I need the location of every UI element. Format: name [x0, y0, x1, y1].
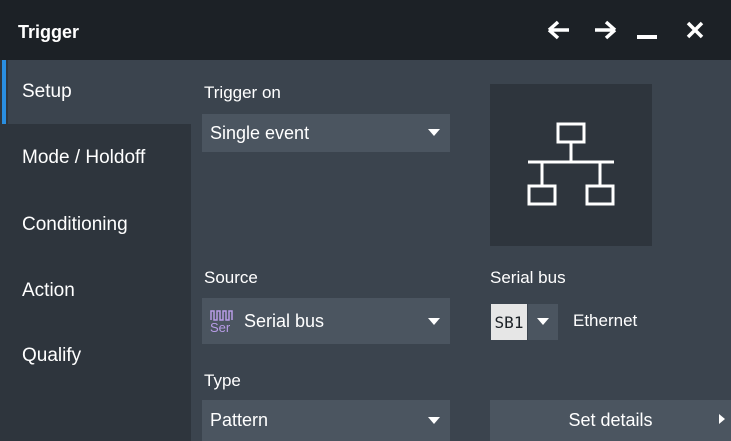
sidebar-item-label: Qualify	[22, 345, 82, 366]
trigger-on-label: Trigger on	[204, 83, 281, 102]
type-dropdown[interactable]: Pattern	[202, 400, 450, 441]
chevron-down-icon	[428, 318, 440, 325]
dialog-title: Trigger	[18, 22, 80, 42]
sidebar-item-conditioning[interactable]: Conditioning	[8, 193, 191, 257]
chevron-right-icon	[719, 414, 725, 424]
forward-arrow-icon[interactable]	[590, 14, 620, 46]
set-details-label: Set details	[568, 410, 653, 430]
trigger-dialog: Trigger Setup Mode / Holdoff Conditionin…	[0, 0, 731, 441]
minimize-icon[interactable]	[632, 14, 662, 46]
source-dropdown[interactable]: Ser Serial bus	[202, 298, 450, 344]
type-label: Type	[204, 371, 241, 390]
sidebar: Setup Mode / Holdoff Conditioning Action…	[2, 60, 191, 441]
close-icon[interactable]	[680, 14, 710, 46]
network-topology-icon	[490, 84, 652, 246]
title-bar: Trigger	[0, 0, 731, 60]
serial-bus-icon: Ser	[210, 306, 238, 336]
serial-bus-chip[interactable]: SB1	[491, 304, 527, 340]
serial-bus-protocol: Ethernet	[573, 311, 638, 330]
set-details-button[interactable]: Set details	[490, 400, 731, 441]
type-value: Pattern	[210, 410, 269, 430]
back-arrow-icon[interactable]	[544, 14, 574, 46]
sidebar-item-label: Mode / Holdoff	[22, 147, 146, 168]
chevron-down-icon	[428, 417, 440, 424]
trigger-on-value: Single event	[210, 122, 310, 143]
serial-bus-label: Serial bus	[490, 268, 566, 287]
serial-bus-dropdown[interactable]	[528, 304, 558, 340]
chevron-down-icon	[537, 318, 549, 325]
sidebar-item-action[interactable]: Action	[8, 259, 191, 323]
sidebar-item-setup[interactable]: Setup	[2, 60, 191, 124]
source-value: Serial bus	[244, 310, 325, 331]
trigger-on-dropdown[interactable]: Single event	[202, 114, 450, 152]
sidebar-item-label: Setup	[22, 81, 72, 102]
sidebar-item-label: Action	[22, 280, 75, 301]
source-label: Source	[204, 268, 258, 287]
sidebar-item-label: Conditioning	[22, 214, 128, 235]
chevron-down-icon	[428, 129, 440, 136]
sidebar-item-qualify[interactable]: Qualify	[8, 324, 191, 388]
sidebar-item-mode-holdoff[interactable]: Mode / Holdoff	[8, 126, 191, 190]
